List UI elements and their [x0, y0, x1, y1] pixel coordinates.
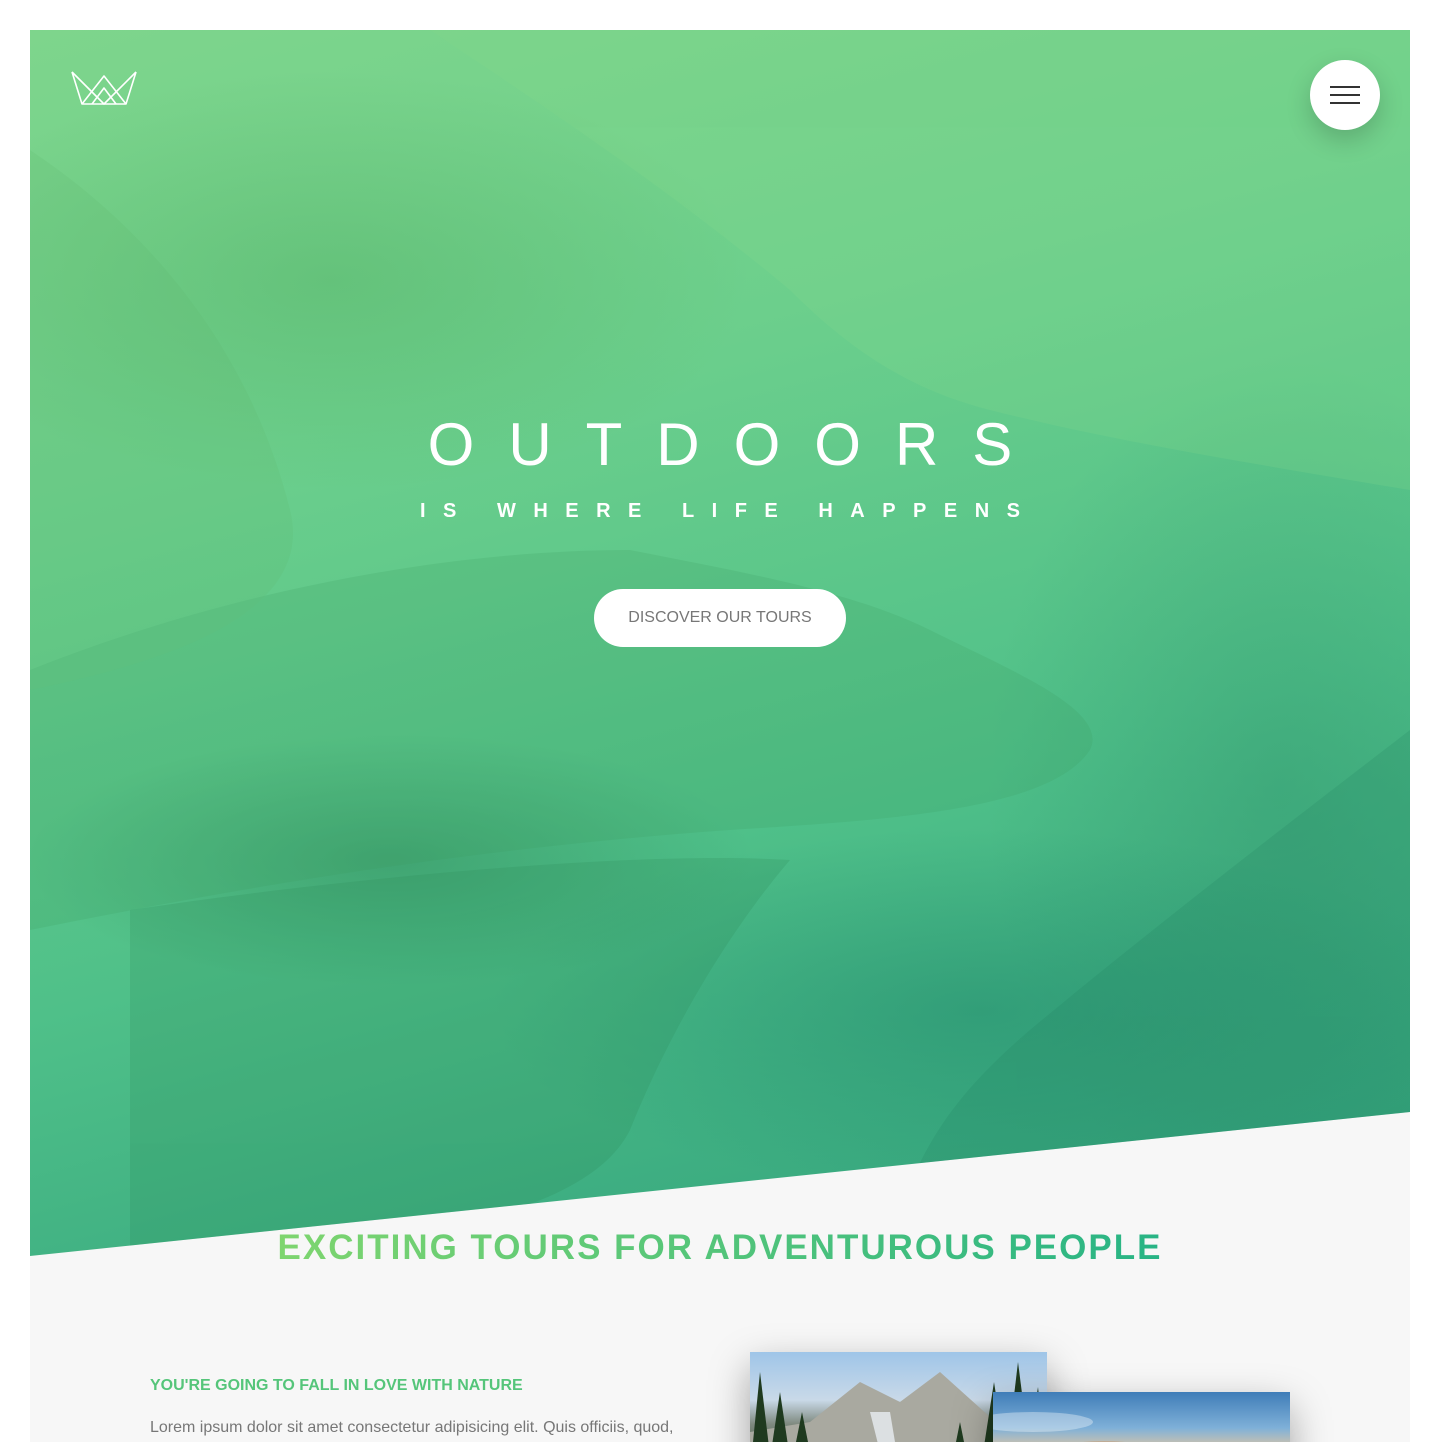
composition-photo-2[interactable]	[993, 1392, 1290, 1442]
crown-outline-icon	[71, 71, 137, 105]
hero-subtitle: IS WHERE LIFE HAPPENS	[419, 500, 1038, 522]
about-subheading: YOU'RE GOING TO FALL IN LOVE WITH NATURE	[150, 1377, 523, 1394]
hamburger-bar-top	[1330, 86, 1360, 88]
page-frame: OUTDOORS IS WHERE LIFE HAPPENS DISCOVER …	[30, 30, 1410, 1442]
hamburger-bar-middle	[1330, 94, 1360, 96]
hero-text-box: OUTDOORS IS WHERE LIFE HAPPENS	[30, 411, 1410, 522]
navigation-menu-button[interactable]	[1310, 60, 1380, 130]
section-heading: EXCITING TOURS FOR ADVENTUROUS PEOPLE	[30, 1228, 1410, 1268]
hero-header: OUTDOORS IS WHERE LIFE HAPPENS DISCOVER …	[30, 30, 1410, 1256]
hero-title: OUTDOORS	[427, 411, 1047, 478]
logo[interactable]	[70, 70, 138, 106]
section-heading-text: EXCITING TOURS FOR ADVENTUROUS PEOPLE	[277, 1228, 1163, 1267]
sunset-landscape-photo	[993, 1412, 1125, 1442]
discover-tours-button[interactable]: DISCOVER OUR TOURS	[594, 589, 846, 647]
hamburger-bar-bottom	[1330, 102, 1360, 104]
about-paragraph: Lorem ipsum dolor sit amet consectetur a…	[150, 1419, 674, 1436]
